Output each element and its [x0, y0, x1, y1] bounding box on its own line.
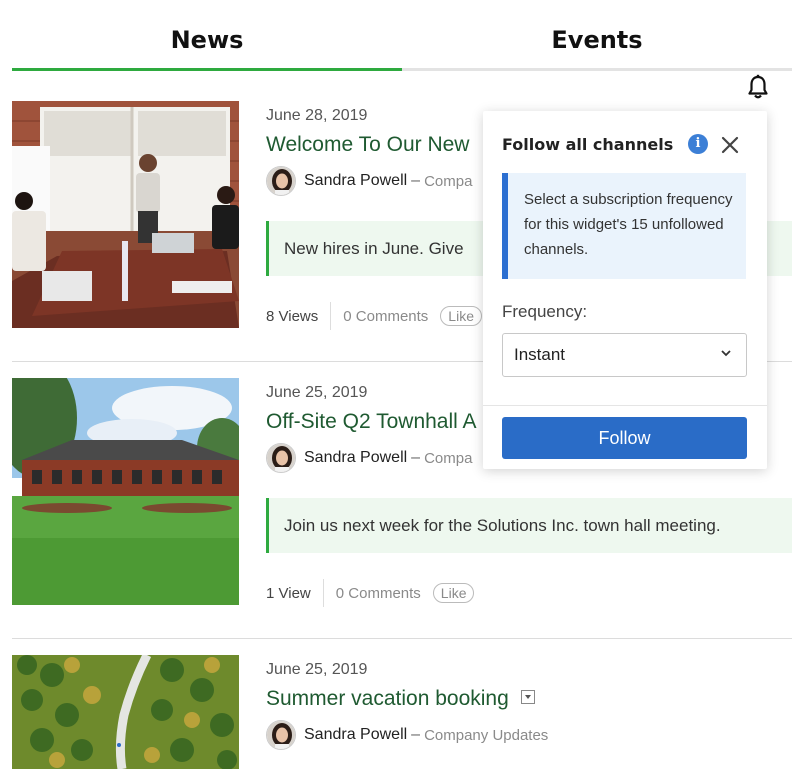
tab-active-indicator: [12, 68, 402, 71]
channel-name[interactable]: Company Updates: [424, 727, 548, 744]
author-name[interactable]: Sandra Powell: [304, 449, 407, 467]
frequency-select-value: Instant: [514, 345, 566, 364]
popover-divider: [483, 405, 767, 406]
post-title[interactable]: Summer vacation booking: [266, 687, 535, 711]
separator-dash: –: [411, 449, 421, 466]
news-card: June 25, 2019 Summer vacation booking Sa…: [12, 655, 792, 769]
frequency-select[interactable]: Instant: [502, 333, 747, 377]
post-thumbnail[interactable]: [12, 655, 239, 769]
tab-bar: News Events: [12, 0, 792, 72]
close-icon[interactable]: [720, 135, 740, 155]
popover-title: Follow all channels: [502, 135, 674, 154]
post-title[interactable]: Welcome To Our New: [266, 133, 469, 157]
post-author: Sandra Powell – Compa: [266, 442, 472, 474]
post-title-text[interactable]: Summer vacation booking: [266, 687, 509, 710]
post-date: June 25, 2019: [266, 384, 368, 401]
frequency-label: Frequency:: [502, 302, 588, 321]
post-title[interactable]: Off-Site Q2 Townhall A: [266, 410, 477, 434]
views-count: 8 Views: [266, 307, 319, 325]
separator-dash: –: [411, 726, 421, 743]
like-button[interactable]: Like: [432, 583, 475, 603]
post-menu-caret-icon[interactable]: [520, 690, 535, 705]
avatar[interactable]: [266, 166, 296, 196]
tab-news[interactable]: News: [12, 0, 402, 70]
post-stats: 1 View 0 Comments Like: [266, 578, 475, 608]
views-count: 1 View: [266, 584, 311, 602]
post-thumbnail[interactable]: [12, 101, 239, 328]
divider: [12, 86, 792, 87]
author-name[interactable]: Sandra Powell: [304, 726, 407, 744]
avatar[interactable]: [266, 720, 296, 750]
follow-channels-popover: Follow all channels i Select a subscript…: [483, 111, 767, 469]
follow-button[interactable]: Follow: [502, 417, 747, 459]
post-excerpt: Join us next week for the Solutions Inc.…: [266, 498, 792, 553]
post-date: June 28, 2019: [266, 107, 368, 124]
post-author: Sandra Powell – Company Updates: [266, 719, 548, 751]
avatar[interactable]: [266, 443, 296, 473]
tab-events[interactable]: Events: [402, 0, 792, 70]
post-thumbnail[interactable]: [12, 378, 239, 605]
author-name[interactable]: Sandra Powell: [304, 172, 407, 190]
post-stats: 8 Views 0 Comments Like: [266, 301, 482, 331]
channel-name[interactable]: Compa: [424, 173, 472, 190]
channel-name[interactable]: Compa: [424, 450, 472, 467]
separator-dash: –: [411, 172, 421, 189]
like-button[interactable]: Like: [440, 306, 482, 326]
stats-divider: [330, 302, 332, 330]
chevron-down-icon: [721, 350, 731, 357]
comments-link[interactable]: 0 Comments: [336, 585, 421, 602]
subscription-note: Select a subscription frequency for this…: [502, 173, 746, 279]
info-icon[interactable]: i: [688, 134, 708, 154]
comments-link[interactable]: 0 Comments: [343, 308, 428, 325]
post-author: Sandra Powell – Compa: [266, 165, 472, 197]
divider: [12, 638, 792, 639]
stats-divider: [322, 579, 324, 607]
post-date: June 25, 2019: [266, 661, 368, 678]
bell-icon[interactable]: [746, 74, 770, 100]
